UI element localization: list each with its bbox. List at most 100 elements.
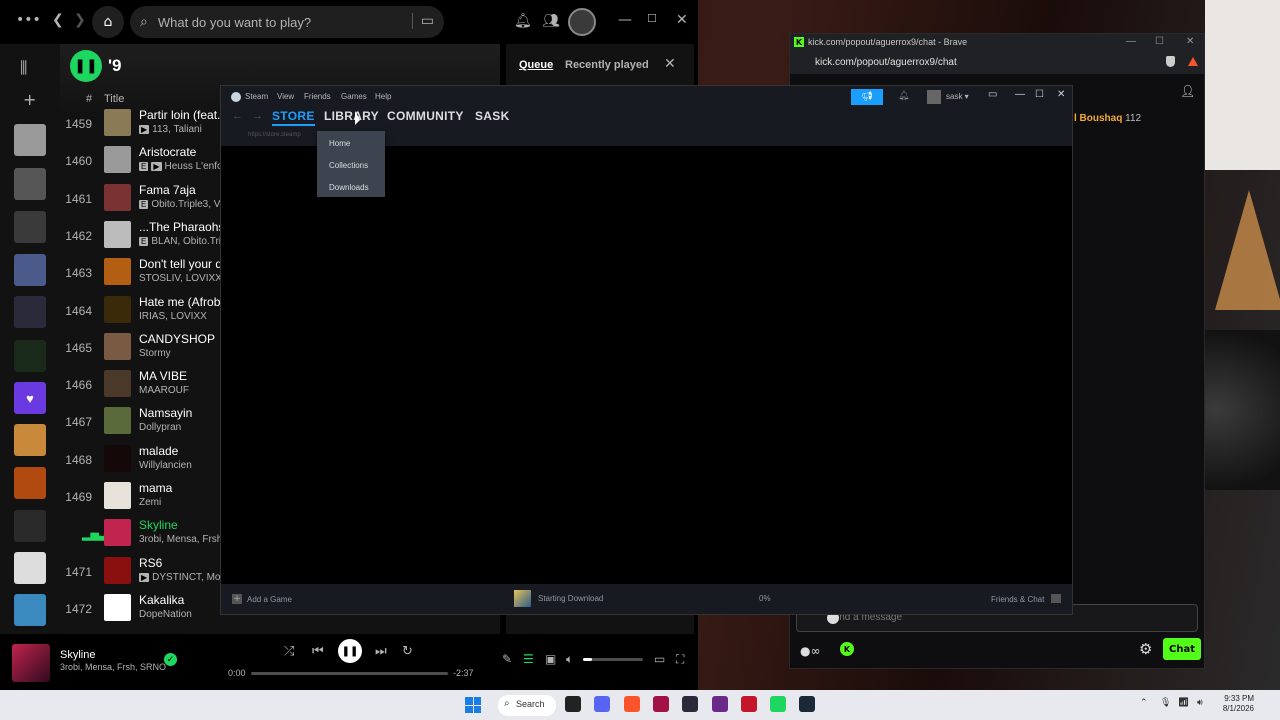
chat-icon[interactable] xyxy=(1051,594,1061,603)
saved-check-icon[interactable]: ✓ xyxy=(164,653,177,666)
track-artist-name[interactable]: DopeNation xyxy=(139,609,192,620)
nav-community[interactable]: COMMUNITY xyxy=(387,109,464,123)
minimize-icon[interactable]: — xyxy=(1015,89,1025,100)
track-artist-name[interactable]: DYSTINCT, Morad xyxy=(152,572,223,583)
github-app-icon[interactable] xyxy=(565,696,581,712)
red-app-app-icon[interactable] xyxy=(740,696,757,712)
tab-recently-played[interactable]: Recently played xyxy=(565,59,649,71)
avatar[interactable] xyxy=(568,8,596,36)
rewards-icon[interactable] xyxy=(1188,57,1198,66)
track-artist-name[interactable]: Willylancien xyxy=(139,460,192,471)
clock[interactable]: 9:33 PM 8/1/2026 xyxy=(1222,694,1254,714)
track-title[interactable]: MA VIBE xyxy=(139,369,223,383)
track-art[interactable] xyxy=(104,258,131,286)
maximize-icon[interactable]: ☐ xyxy=(1035,89,1044,100)
user-settings-icon[interactable]: 👤︎ xyxy=(1180,84,1195,98)
track-art[interactable] xyxy=(104,556,131,584)
discord-app-icon[interactable] xyxy=(594,696,611,712)
close-icon[interactable]: ✕ xyxy=(676,12,688,28)
kick-badge-icon[interactable]: K xyxy=(840,642,854,656)
now-playing-art[interactable] xyxy=(12,644,50,682)
dropdown-home[interactable]: Home xyxy=(329,139,350,148)
now-playing-title[interactable]: Skyline xyxy=(60,649,95,661)
track-artist[interactable]: EBLAN, Obito.Triple3 xyxy=(139,236,223,247)
close-icon[interactable]: ✕ xyxy=(664,56,676,72)
track-artist-name[interactable]: MAAROUF xyxy=(139,385,189,396)
code-app-icon[interactable] xyxy=(711,696,728,712)
volume-icon[interactable]: 🔊︎ xyxy=(1197,698,1203,708)
library-thumb[interactable] xyxy=(14,124,46,156)
track-title[interactable]: mama xyxy=(139,481,223,495)
track-artist[interactable]: 3robi, Mensa, Frsh, SRNO xyxy=(139,534,223,545)
track-artist[interactable]: DopeNation xyxy=(139,609,223,620)
device-icon[interactable]: ▣ xyxy=(545,652,556,666)
progress-bar[interactable] xyxy=(251,672,448,675)
menu-view[interactable]: View xyxy=(277,92,294,101)
minimize-icon[interactable]: — xyxy=(618,12,632,28)
menu-games[interactable]: Games xyxy=(341,92,367,101)
track-title[interactable]: malade xyxy=(139,444,223,458)
tab-queue[interactable]: Queue xyxy=(519,59,553,71)
track-artist[interactable]: Zemi xyxy=(139,497,223,508)
avatar[interactable] xyxy=(927,90,941,104)
home-icon[interactable]: ⌂ xyxy=(92,6,124,38)
chevron-up-icon[interactable]: ⌃ xyxy=(1140,698,1148,708)
brave-app-icon[interactable] xyxy=(623,696,640,712)
back-arrow-icon[interactable]: ← xyxy=(232,110,243,122)
volume-icon[interactable]: 🔈︎ xyxy=(566,652,573,667)
steam-dark-app-icon[interactable] xyxy=(682,696,699,712)
forward-arrow-icon[interactable]: → xyxy=(252,110,263,122)
library-thumb[interactable] xyxy=(14,254,46,286)
dropdown-collections[interactable]: Collections xyxy=(329,161,368,170)
wifi-icon[interactable]: 📶︎ xyxy=(1178,698,1189,708)
dropdown-downloads[interactable]: Downloads xyxy=(329,183,369,192)
more-icon[interactable]: ••• xyxy=(16,12,41,28)
liked-songs-icon[interactable]: ♥ xyxy=(14,382,46,414)
add-game-button[interactable]: Add a Game xyxy=(247,595,292,604)
steam-app-icon[interactable] xyxy=(799,696,816,712)
username-menu[interactable]: sask ▾ xyxy=(946,92,969,101)
column-title-header[interactable]: Title xyxy=(104,93,124,105)
library-thumb[interactable] xyxy=(14,510,46,542)
mic-icon[interactable]: 🎙︎ xyxy=(1160,698,1171,708)
track-artist-name[interactable]: 113, Taliani xyxy=(152,124,202,135)
track-art[interactable] xyxy=(104,109,131,136)
menu-help[interactable]: Help xyxy=(375,92,391,101)
download-status[interactable]: Starting Download xyxy=(538,594,603,603)
track-art[interactable] xyxy=(104,444,131,472)
track-title[interactable]: CANDYSHOP xyxy=(139,332,223,346)
track-artist-name[interactable]: BLAN, Obito.Triple3 xyxy=(151,236,223,247)
track-title[interactable]: Hate me (Afrobeat) xyxy=(139,295,223,309)
track-art[interactable] xyxy=(104,370,131,398)
spotify-app-icon[interactable] xyxy=(770,696,787,712)
library-thumb[interactable] xyxy=(14,594,46,626)
track-artist-name[interactable]: Dollypran xyxy=(139,422,181,433)
forward-arrow-icon[interactable]: ❯ xyxy=(74,12,86,28)
track-artist[interactable]: E Obito.Triple3, Vi xyxy=(139,199,223,210)
now-playing-artist[interactable]: 3robi, Mensa, Frsh, SRNO xyxy=(60,662,166,672)
track-title[interactable]: Don't tell your dr xyxy=(139,257,223,271)
repeat-icon[interactable]: ↻ xyxy=(402,644,413,659)
back-arrow-icon[interactable]: ❮ xyxy=(52,12,64,28)
track-artist[interactable]: ▶ 113, Taliani xyxy=(139,124,223,135)
track-art[interactable] xyxy=(104,183,131,211)
big-picture-icon[interactable]: ▭ xyxy=(988,89,997,100)
track-artist-name[interactable]: Zemi xyxy=(139,497,161,508)
track-art[interactable] xyxy=(104,220,131,248)
chat-username[interactable]: l Boushaq xyxy=(1074,113,1122,124)
track-title[interactable]: Partir loin (feat. Taliani) xyxy=(139,108,223,122)
track-artist-name[interactable]: Stormy xyxy=(139,348,171,359)
track-art[interactable] xyxy=(104,146,131,174)
affinity-app-icon[interactable] xyxy=(652,696,669,712)
track-artist-name[interactable]: STOSLIV, LOVIXX xyxy=(139,273,222,284)
track-artist[interactable]: MAAROUF xyxy=(139,385,223,396)
url-text[interactable]: kick.com/popout/aguerrox9/chat xyxy=(815,57,957,68)
pause-button[interactable]: ❚❚ xyxy=(338,639,362,663)
track-artist-name[interactable]: 3robi, Mensa, Frsh, SRNO xyxy=(139,534,223,545)
track-art[interactable] xyxy=(104,519,131,547)
track-artist[interactable]: E▶Heuss L'enfoiré xyxy=(139,161,223,172)
search-bar[interactable]: ⌕ ▭ xyxy=(130,6,444,38)
friends-chat-button[interactable]: Friends & Chat xyxy=(991,595,1044,604)
friends-icon[interactable]: 👥︎ xyxy=(542,13,560,29)
track-artist[interactable]: Willylancien xyxy=(139,460,223,471)
